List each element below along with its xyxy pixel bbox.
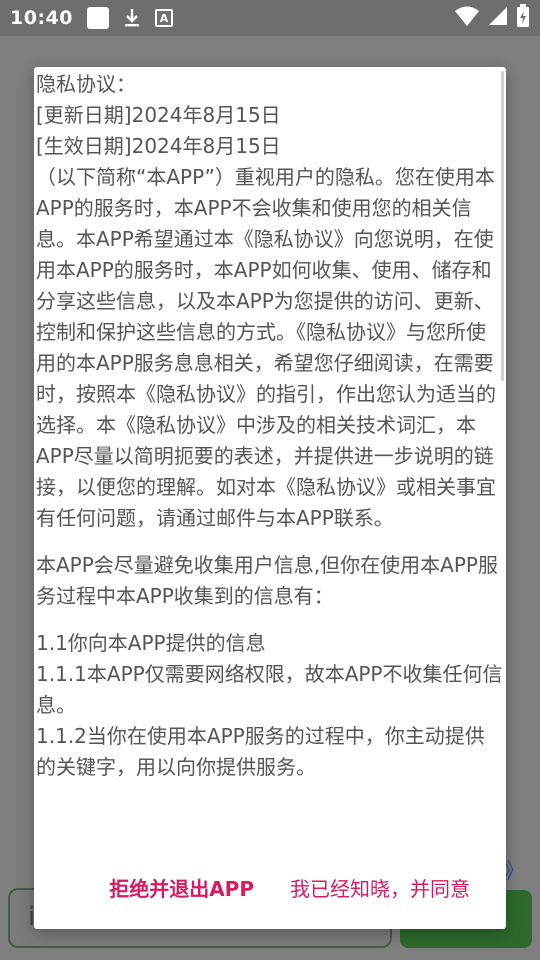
privacy-content[interactable]: 隐私协议： [更新日期]2024年8月15日 [生效日期]2024年8月15日 … [34,67,506,847]
section-1-1: 1.1你向本APP提供的信息 [36,631,266,655]
battery-icon [516,4,530,32]
dialog-actions: 拒绝并退出APP 我已经知晓，并同意 [34,867,506,907]
status-bar: 10:40 A [0,0,540,36]
collection-paragraph: 本APP会尽量避免收集用户信息,但你在使用本APP服务过程中本APP收集到的信息… [36,553,498,608]
status-time: 10:40 [10,7,73,29]
text-a-icon: A [154,9,173,27]
scrollbar-thumb[interactable] [501,71,504,381]
privacy-title: 隐私协议： [36,72,136,96]
effective-date: [生效日期]2024年8月15日 [36,134,281,158]
section-1-1-2: 1.1.2当你在使用本APP服务的过程中，你主动提供的关键字，用以向你提供服务。 [36,724,485,779]
notification-square-icon [86,7,109,29]
double-chevron-icon: 》 [503,859,526,884]
privacy-dialog: 隐私协议： [更新日期]2024年8月15日 [生效日期]2024年8月15日 … [34,67,506,929]
wifi-icon [454,5,480,31]
signal-icon [488,6,508,30]
update-date: [更新日期]2024年8月15日 [36,103,281,127]
section-1-1-1: 1.1.1本APP仅需要网络权限，故本APP不收集任何信息。 [36,662,503,717]
intro-paragraph: （以下简称“本APP”）重视用户的隐私。您在使用本APP的服务时，本APP不会收… [36,165,496,530]
download-icon [121,7,143,29]
agree-button[interactable]: 我已经知晓，并同意 [290,873,470,902]
reject-exit-button[interactable]: 拒绝并退出APP [109,873,254,902]
